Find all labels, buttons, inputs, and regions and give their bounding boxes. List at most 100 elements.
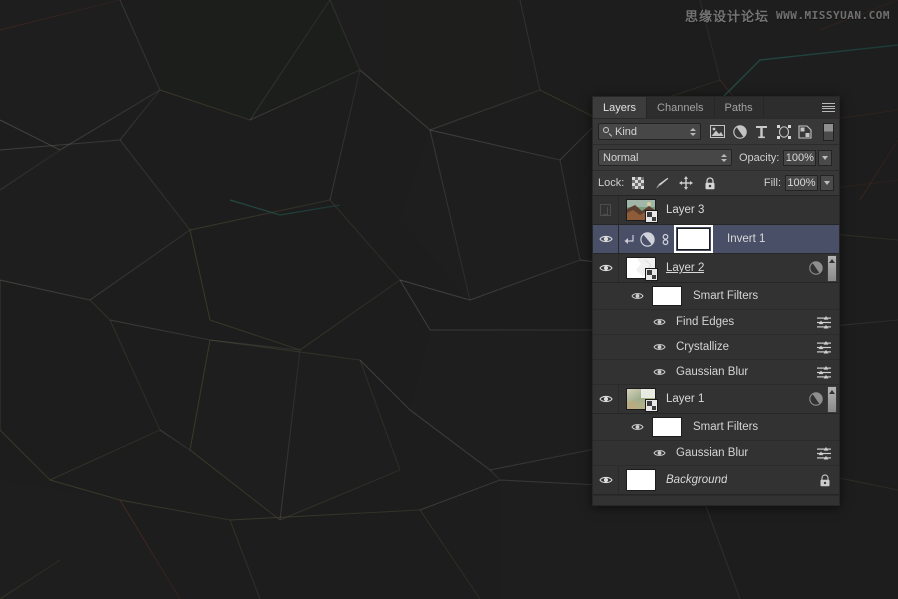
visibility-toggle-invert-1[interactable] (593, 225, 619, 253)
smart-filters-header-layer-2[interactable]: Smart Filters (593, 283, 839, 310)
pixel-layer-filter-icon[interactable] (708, 123, 727, 141)
blend-mode-stepper[interactable] (720, 153, 727, 162)
eye-visible-icon (598, 395, 613, 403)
fill-dropdown-button[interactable] (820, 175, 834, 191)
visibility-toggle-background[interactable] (593, 466, 619, 494)
tab-channels[interactable]: Channels (647, 97, 715, 118)
smart-filter-name[interactable]: Gaussian Blur (676, 366, 748, 378)
lock-icons-group (631, 176, 717, 190)
chevron-down-icon (822, 155, 829, 160)
eye-hidden-icon (600, 204, 611, 216)
layer-row-right-icons (809, 385, 839, 413)
layer-expand-handle[interactable] (827, 385, 837, 413)
layer-row-right-icons (809, 254, 839, 282)
fill-value[interactable]: 100% (785, 175, 818, 191)
lock-position-icon[interactable] (679, 176, 694, 190)
fill-label: Fill: (763, 177, 781, 189)
blending-options-icon[interactable] (817, 340, 831, 354)
layer-name-layer-3[interactable]: Layer 3 (666, 204, 704, 216)
smart-filter-mask-thumbnail[interactable] (652, 286, 682, 306)
smart-filters-label: Smart Filters (693, 290, 759, 302)
smart-filter-mask-thumbnail[interactable] (652, 417, 682, 437)
lock-all-icon[interactable] (819, 473, 831, 487)
lock-all-icon[interactable] (703, 176, 717, 190)
blend-mode-value: Normal (603, 151, 639, 164)
filter-kind-label: Kind (615, 125, 638, 138)
layer-name-background[interactable]: Background (666, 474, 727, 486)
smart-filter-name[interactable]: Gaussian Blur (676, 447, 748, 459)
invert-adjustment-icon[interactable] (640, 231, 655, 247)
lock-transparent-pixels-icon[interactable] (631, 176, 645, 190)
filter-kind-select[interactable]: Kind (598, 123, 702, 140)
layer-list[interactable]: Layer 3 Invert 1 Layer 2 Smart Filters F… (593, 196, 839, 505)
opacity-value[interactable]: 100% (783, 149, 817, 166)
layer-row-body[interactable]: Layer 3 (619, 196, 839, 224)
smart-filter-crystallize[interactable]: Crystallize (593, 335, 839, 360)
layer-row-body[interactable]: Background (619, 466, 839, 494)
eye-visible-icon[interactable] (631, 422, 644, 432)
adjustment-layer-filter-icon[interactable] (730, 123, 749, 141)
lock-row: Lock: Fill: 100% (593, 171, 839, 196)
smart-filter-name[interactable]: Crystallize (676, 341, 729, 353)
panel-menu-button[interactable] (817, 97, 839, 118)
layer-thumbnail[interactable] (626, 469, 656, 491)
visibility-toggle-layer-3[interactable] (593, 196, 619, 224)
filter-type-icons (708, 123, 815, 141)
eye-visible-icon[interactable] (653, 317, 666, 327)
blend-opacity-row: Normal Opacity: 100% (593, 145, 839, 171)
tab-layers[interactable]: Layers (593, 97, 648, 118)
panel-tab-strip: Layers Channels Paths (593, 97, 839, 119)
layer-thumbnail[interactable] (626, 199, 658, 223)
layer-group-layer-1: Layer 1 Smart Filters Gaussian Blur (593, 385, 839, 466)
layer-row-layer-2[interactable]: Layer 2 (593, 254, 839, 283)
smart-filter-name[interactable]: Find Edges (676, 316, 734, 328)
smart-filter-gaussian-blur-layer-2[interactable]: Gaussian Blur (593, 360, 839, 385)
layer-row-body[interactable]: Invert 1 (619, 225, 839, 253)
layer-row-body[interactable]: Layer 1 (619, 385, 839, 413)
magnifier-icon (603, 127, 612, 136)
smart-filter-indicator-icon[interactable] (809, 392, 824, 406)
layer-filter-row: Kind (593, 119, 839, 145)
smart-object-filter-icon[interactable] (796, 123, 815, 141)
layer-name-layer-1[interactable]: Layer 1 (666, 393, 704, 405)
eye-visible-icon (598, 476, 613, 484)
layer-row-body[interactable]: Layer 2 (619, 254, 839, 282)
layer-expand-handle[interactable] (827, 254, 837, 282)
visibility-toggle-layer-2[interactable] (593, 254, 619, 282)
layer-row-right-icons (819, 466, 839, 494)
opacity-dropdown-button[interactable] (818, 149, 833, 166)
layer-row-layer-3[interactable]: Layer 3 (593, 196, 839, 225)
blend-mode-select[interactable]: Normal (598, 149, 732, 166)
smart-filter-find-edges[interactable]: Find Edges (593, 310, 839, 335)
smart-object-badge-icon (645, 210, 658, 223)
smart-filters-header-layer-1[interactable]: Smart Filters (593, 414, 839, 441)
layer-thumbnail[interactable] (626, 388, 658, 412)
shape-layer-filter-icon[interactable] (774, 123, 793, 141)
eye-visible-icon[interactable] (653, 367, 666, 377)
smart-object-badge-icon (645, 399, 658, 412)
eye-visible-icon[interactable] (653, 342, 666, 352)
layer-name-invert-1[interactable]: Invert 1 (727, 233, 765, 245)
layer-name-layer-2[interactable]: Layer 2 (666, 262, 704, 274)
opacity-label: Opacity: (739, 151, 780, 164)
eye-visible-icon[interactable] (631, 291, 644, 301)
tab-paths[interactable]: Paths (714, 97, 764, 118)
eye-visible-icon[interactable] (653, 448, 666, 458)
blending-options-icon[interactable] (817, 365, 831, 379)
filter-kind-stepper[interactable] (689, 127, 696, 136)
blending-options-icon[interactable] (817, 315, 831, 329)
link-mask-icon[interactable] (660, 232, 671, 247)
layer-mask-thumbnail[interactable] (674, 225, 713, 253)
smart-filter-gaussian-blur-layer-1[interactable]: Gaussian Blur (593, 441, 839, 466)
layer-row-background[interactable]: Background (593, 466, 839, 495)
layer-row-layer-1[interactable]: Layer 1 (593, 385, 839, 414)
smart-filter-indicator-icon[interactable] (809, 261, 824, 275)
blending-options-icon[interactable] (817, 446, 831, 460)
layer-thumbnail[interactable] (626, 257, 658, 281)
type-layer-filter-icon[interactable] (752, 123, 771, 141)
filter-enable-toggle[interactable] (823, 122, 834, 141)
smart-object-badge-icon (645, 268, 658, 281)
layer-row-invert-1[interactable]: Invert 1 (593, 225, 839, 254)
visibility-toggle-layer-1[interactable] (593, 385, 619, 413)
lock-image-pixels-icon[interactable] (655, 176, 669, 190)
